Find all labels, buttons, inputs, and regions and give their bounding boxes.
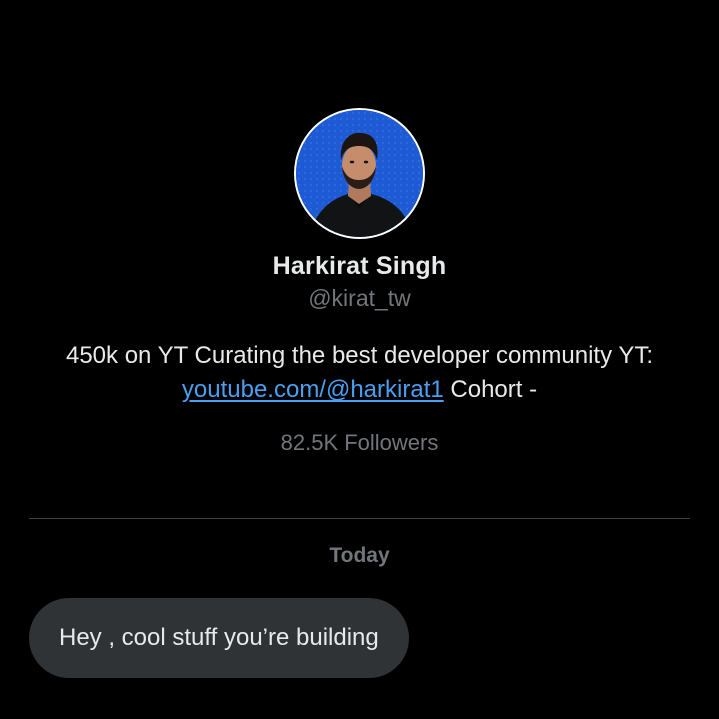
profile-bio: 450k on YT Curating the best developer c…: [40, 339, 679, 407]
divider: [29, 518, 690, 519]
profile-name[interactable]: Harkirat Singh: [0, 252, 719, 281]
profile-handle: @kirat_tw: [308, 285, 411, 311]
avatar-image: [296, 110, 423, 237]
bio-youtube-link[interactable]: youtube.com/@harkirat1: [182, 376, 444, 403]
bio-text: 450k on YT Curating the best developer c…: [65, 342, 653, 369]
avatar-photo-icon: [296, 110, 423, 237]
bio-suffix: Cohort -: [443, 376, 538, 403]
followers-count[interactable]: 82.5K Followers: [0, 430, 719, 456]
profile-avatar[interactable]: [294, 108, 425, 239]
message-bubble[interactable]: Hey , cool stuff you’re building: [29, 598, 409, 678]
dm-conversation-screen: Harkirat Singh @kirat_tw 450k on YT Cura…: [0, 0, 719, 719]
message-text: Hey , cool stuff you’re building: [59, 624, 379, 651]
date-separator: Today: [329, 544, 390, 567]
